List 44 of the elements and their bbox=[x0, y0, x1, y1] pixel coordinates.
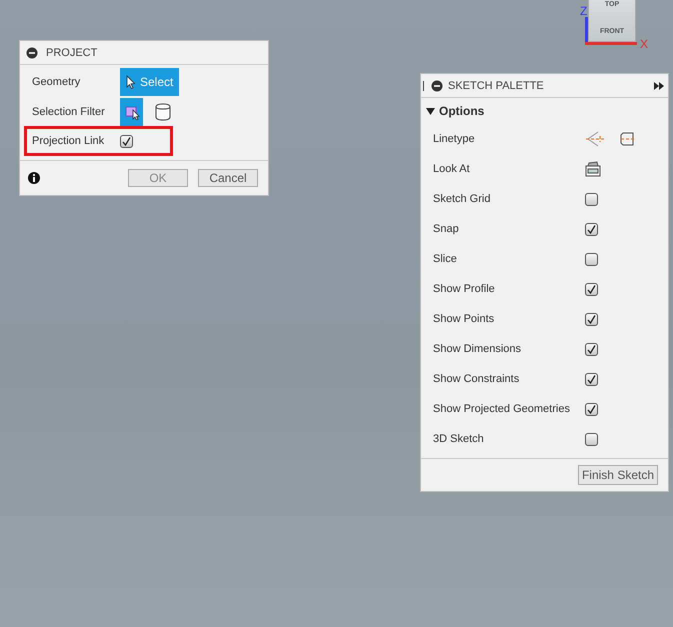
checkbox[interactable] bbox=[585, 372, 598, 386]
cursor-icon bbox=[126, 75, 136, 89]
field-label: Projection Link bbox=[31, 135, 106, 147]
axis-label: X bbox=[640, 37, 648, 51]
collapse-icon[interactable] bbox=[431, 80, 443, 92]
checkbox[interactable] bbox=[120, 134, 133, 148]
checkbox[interactable] bbox=[585, 252, 598, 266]
option-label: Sketch Grid bbox=[433, 193, 492, 205]
dialog-title: PROJECT bbox=[46, 46, 98, 58]
option-label: Slice bbox=[433, 253, 458, 265]
caret-down-icon[interactable] bbox=[426, 107, 435, 115]
select-button[interactable]: Select bbox=[120, 68, 180, 96]
construction-line-icon[interactable] bbox=[585, 130, 605, 148]
filter-button[interactable] bbox=[120, 98, 143, 126]
body-icon bbox=[154, 103, 170, 121]
field-label: Selection Filter bbox=[31, 106, 106, 118]
finish-sketch-button[interactable]: Finish Sketch bbox=[578, 465, 658, 485]
option-label: Show Constraints bbox=[433, 373, 520, 385]
option-label: Look At bbox=[433, 163, 471, 175]
section-header[interactable]: Options bbox=[439, 104, 484, 118]
cancel-button[interactable]: Cancel bbox=[198, 169, 258, 187]
option-label: Show Projected Geometries bbox=[433, 403, 571, 415]
option-label: 3D Sketch bbox=[433, 433, 485, 445]
select-box-icon bbox=[124, 104, 140, 120]
option-label: Snap bbox=[433, 223, 460, 235]
expand-icon[interactable] bbox=[654, 82, 664, 90]
option-label: Show Profile bbox=[433, 283, 496, 295]
checkbox[interactable] bbox=[585, 222, 598, 236]
field-label: Geometry bbox=[31, 76, 82, 88]
collapse-icon[interactable] bbox=[26, 46, 38, 58]
checkbox[interactable] bbox=[585, 402, 598, 416]
dashed-shape-icon[interactable] bbox=[619, 131, 635, 147]
panel-title: SKETCH PALETTE bbox=[448, 80, 545, 92]
checkbox[interactable] bbox=[585, 192, 598, 206]
axis-label: Z bbox=[580, 4, 588, 18]
option-label: Linetype bbox=[433, 133, 476, 145]
look-at-icon[interactable] bbox=[585, 161, 601, 177]
option-label: Show Points bbox=[433, 313, 496, 325]
checkbox[interactable] bbox=[585, 312, 598, 326]
checkbox[interactable] bbox=[585, 342, 598, 356]
checkbox[interactable] bbox=[585, 282, 598, 296]
checkbox[interactable] bbox=[585, 432, 598, 446]
info-icon[interactable] bbox=[28, 172, 40, 184]
option-label: Show Dimensions bbox=[433, 343, 522, 355]
